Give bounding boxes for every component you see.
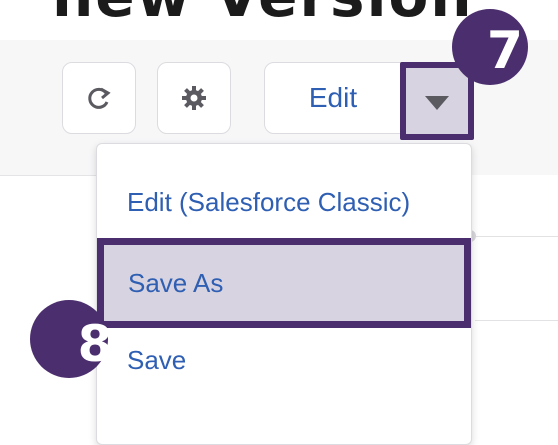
- page-title: new Version: [52, 0, 474, 30]
- caret-down-icon: [425, 96, 449, 110]
- menu-item-edit-classic[interactable]: Edit (Salesforce Classic): [97, 174, 471, 230]
- step-7-badge: 7: [452, 9, 528, 85]
- menu-item-label: Save As: [128, 267, 224, 298]
- background-content: [470, 175, 558, 420]
- settings-button[interactable]: [157, 62, 231, 134]
- edit-button-label: Edit: [308, 82, 358, 113]
- edit-button[interactable]: Edit: [264, 62, 402, 134]
- menu-item-save[interactable]: Save: [97, 330, 471, 390]
- menu-item-label: Edit (Salesforce Classic): [127, 186, 411, 217]
- step-8-badge: 8: [30, 300, 112, 378]
- menu-item-save-as[interactable]: Save As: [97, 238, 471, 328]
- divider: [475, 236, 558, 237]
- gear-icon: [182, 86, 206, 110]
- divider: [475, 320, 558, 321]
- refresh-icon: [88, 87, 111, 109]
- menu-item-label: Save: [127, 344, 187, 375]
- step-number: 8: [77, 315, 113, 373]
- actions-dropdown-menu: Edit (Salesforce Classic) Save As Save: [96, 143, 472, 445]
- step-number: 7: [486, 21, 524, 81]
- refresh-button[interactable]: [62, 62, 136, 134]
